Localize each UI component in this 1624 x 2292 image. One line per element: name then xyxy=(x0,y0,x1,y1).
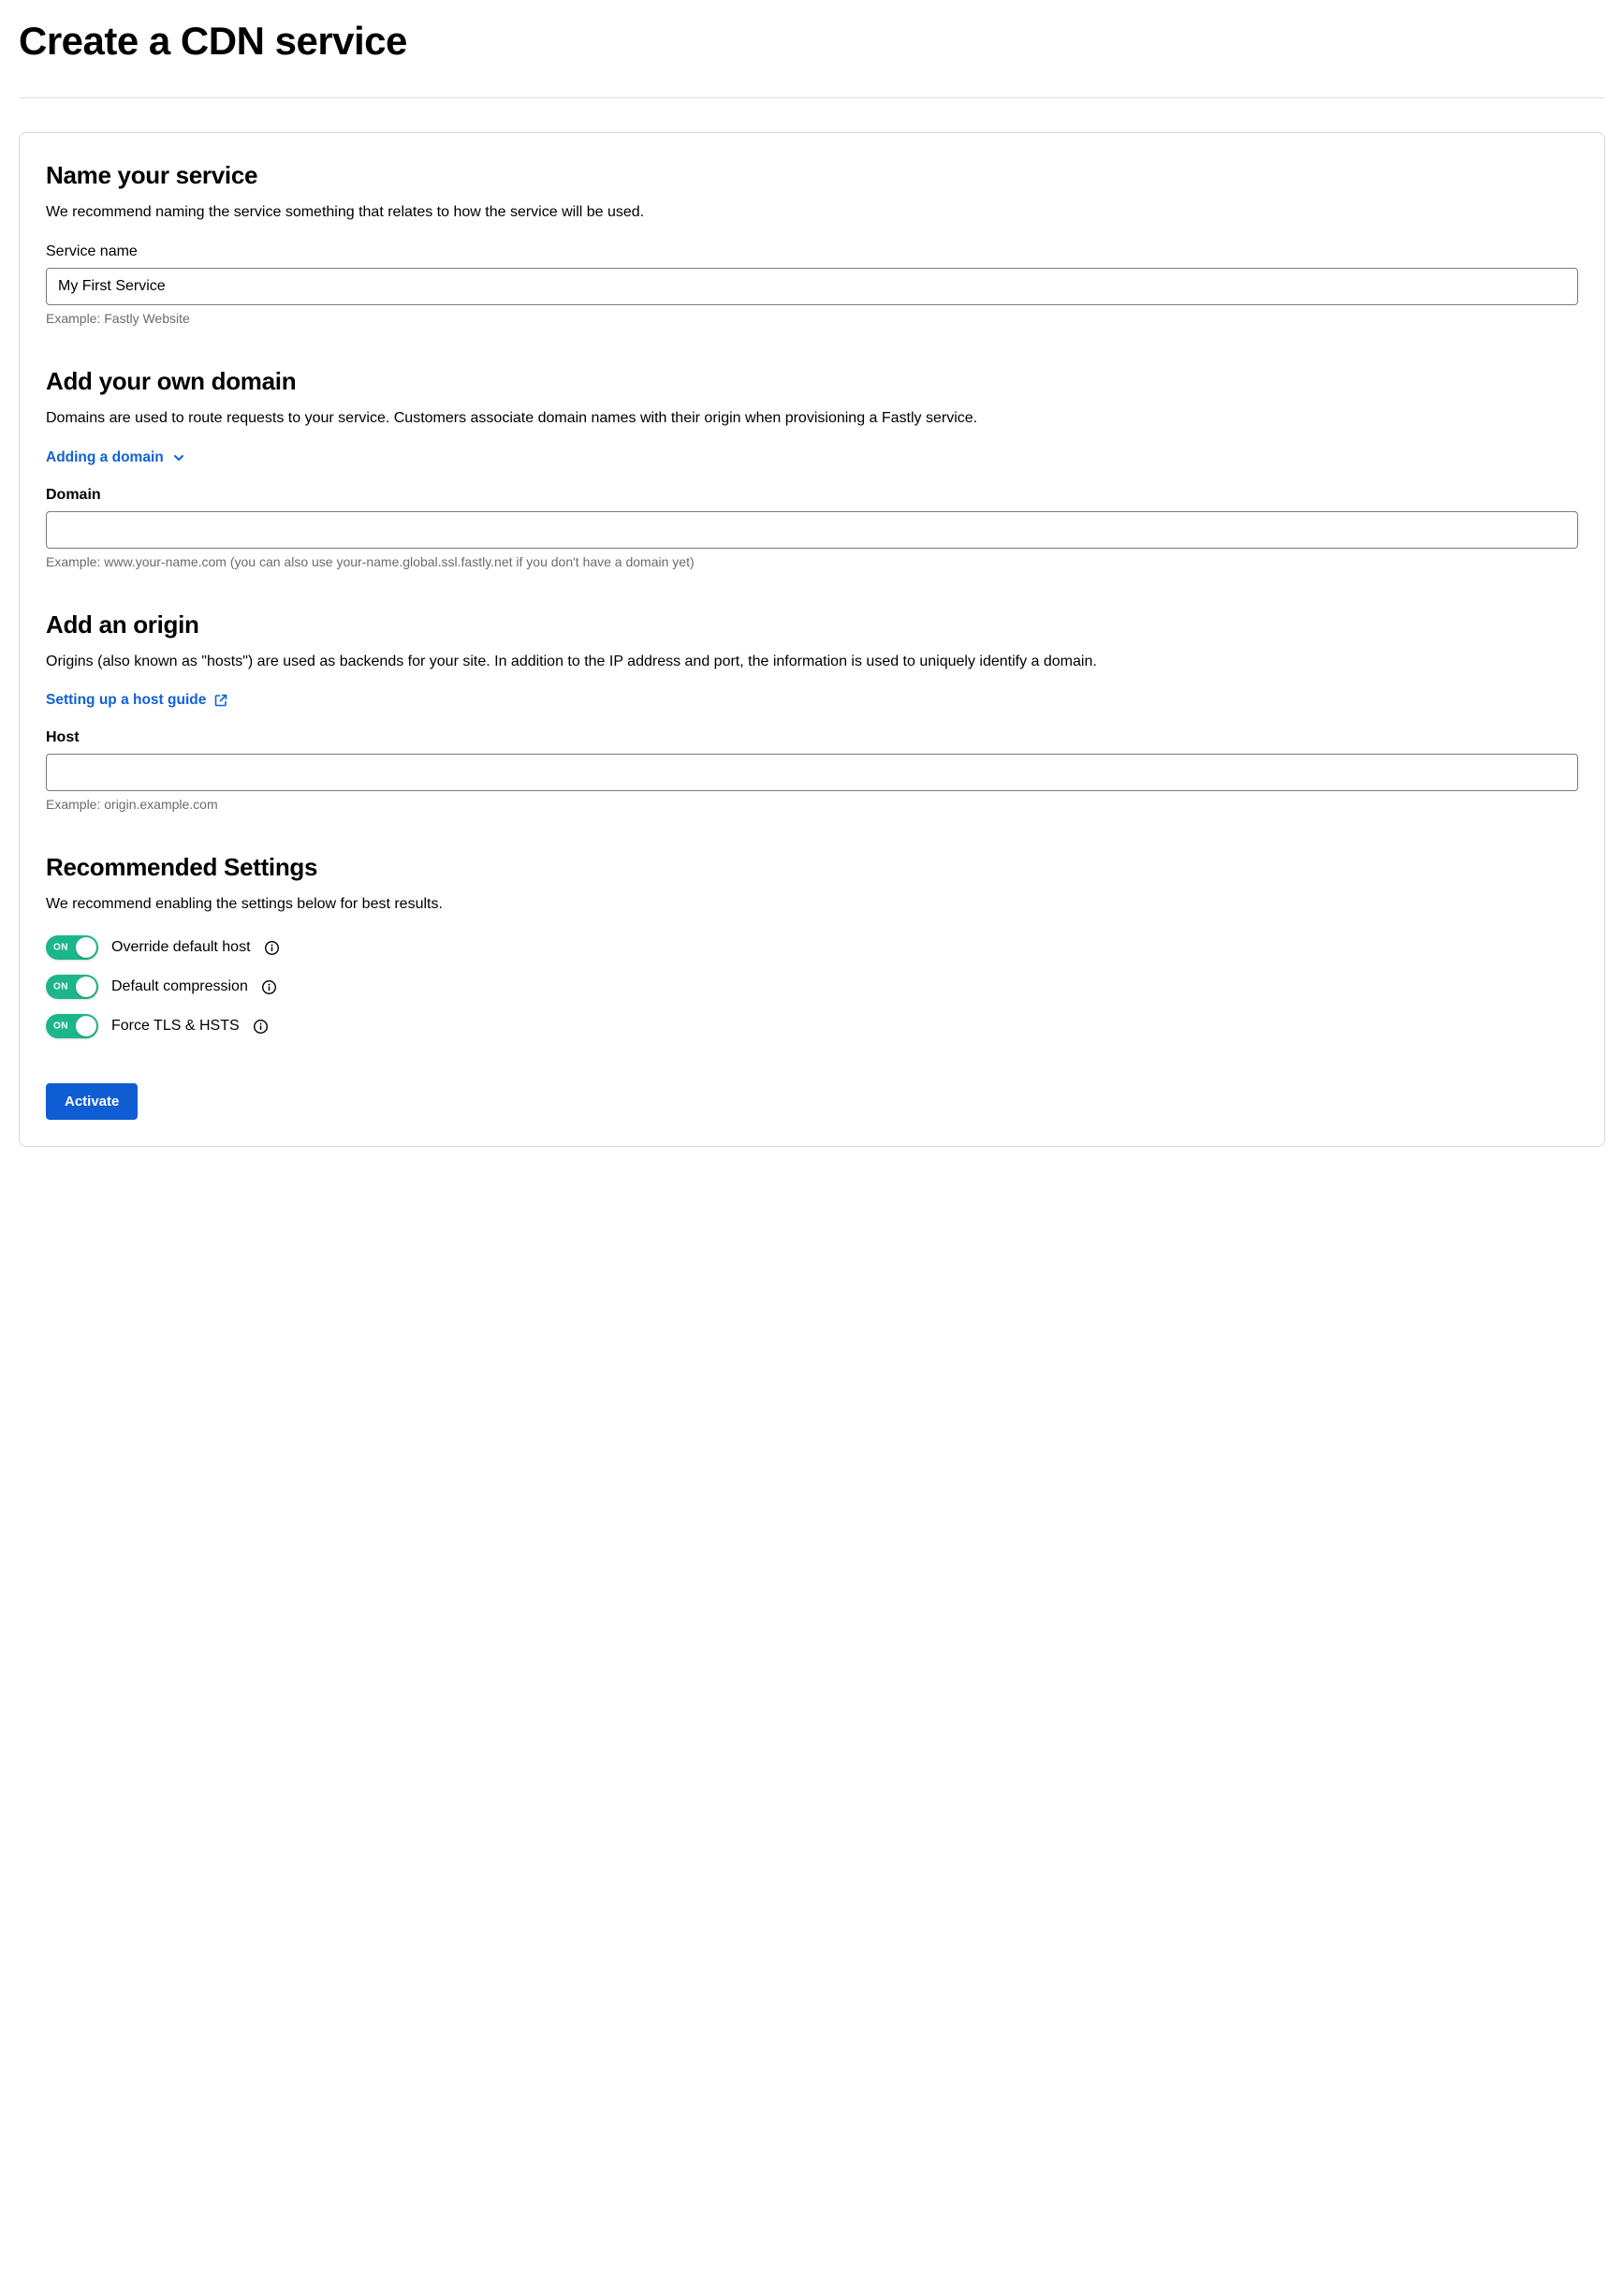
toggle-knob xyxy=(76,977,96,997)
info-icon[interactable] xyxy=(264,940,280,956)
toggle-tls[interactable]: ON xyxy=(46,1014,98,1038)
section-domain-title: Add your own domain xyxy=(46,367,1578,396)
info-icon[interactable] xyxy=(253,1019,269,1035)
toggle-on-label: ON xyxy=(53,982,68,992)
service-name-input[interactable] xyxy=(46,268,1578,305)
external-link-icon xyxy=(213,693,228,708)
domain-input[interactable] xyxy=(46,511,1578,549)
section-origin: Add an origin Origins (also known as "ho… xyxy=(46,610,1578,813)
toggle-override-host[interactable]: ON xyxy=(46,935,98,960)
section-origin-title: Add an origin xyxy=(46,610,1578,639)
section-settings-title: Recommended Settings xyxy=(46,853,1578,882)
section-settings: Recommended Settings We recommend enabli… xyxy=(46,853,1578,1038)
activate-button[interactable]: Activate xyxy=(46,1083,138,1120)
info-icon[interactable] xyxy=(261,979,277,995)
header-divider xyxy=(19,97,1605,98)
host-guide-link-text: Setting up a host guide xyxy=(46,692,206,709)
toggle-compression[interactable]: ON xyxy=(46,975,98,999)
section-settings-desc: We recommend enabling the settings below… xyxy=(46,893,1578,917)
chevron-down-icon xyxy=(171,450,186,465)
form-card: Name your service We recommend naming th… xyxy=(19,132,1605,1147)
section-domain-desc: Domains are used to route requests to yo… xyxy=(46,407,1578,431)
toggle-on-label: ON xyxy=(53,943,68,953)
toggle-compression-label: Default compression xyxy=(111,978,248,995)
section-name-title: Name your service xyxy=(46,161,1578,190)
toggle-knob xyxy=(76,937,96,958)
toggle-on-label: ON xyxy=(53,1021,68,1032)
host-input[interactable] xyxy=(46,754,1578,791)
adding-domain-link-text: Adding a domain xyxy=(46,449,164,466)
adding-domain-link[interactable]: Adding a domain xyxy=(46,449,1578,466)
service-name-label: Service name xyxy=(46,243,1578,260)
toggle-row-override-host: ON Override default host xyxy=(46,935,1578,960)
toggle-row-tls: ON Force TLS & HSTS xyxy=(46,1014,1578,1038)
toggle-tls-label: Force TLS & HSTS xyxy=(111,1018,240,1035)
toggle-override-host-label: Override default host xyxy=(111,939,251,956)
domain-hint: Example: www.your-name.com (you can also… xyxy=(46,554,1578,569)
section-name-service: Name your service We recommend naming th… xyxy=(46,161,1578,326)
host-hint: Example: origin.example.com xyxy=(46,797,1578,812)
service-name-hint: Example: Fastly Website xyxy=(46,311,1578,326)
toggle-knob xyxy=(76,1016,96,1036)
domain-label: Domain xyxy=(46,487,1578,504)
page-title: Create a CDN service xyxy=(19,19,1605,64)
toggle-row-compression: ON Default compression xyxy=(46,975,1578,999)
section-domain: Add your own domain Domains are used to … xyxy=(46,367,1578,569)
host-guide-link[interactable]: Setting up a host guide xyxy=(46,692,1578,709)
host-label: Host xyxy=(46,729,1578,746)
section-origin-desc: Origins (also known as "hosts") are used… xyxy=(46,651,1578,674)
section-name-desc: We recommend naming the service somethin… xyxy=(46,201,1578,225)
